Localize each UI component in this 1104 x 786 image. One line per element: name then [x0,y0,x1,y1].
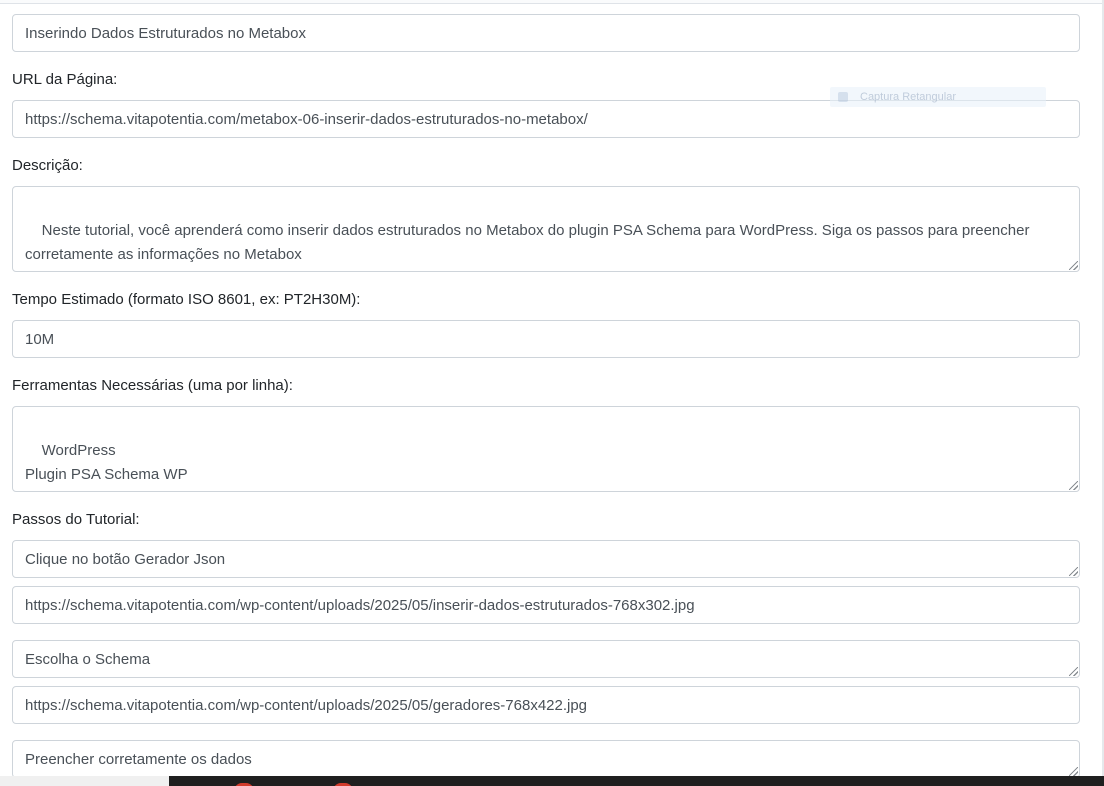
step-1-image-url: https://schema.vitapotentia.com/wp-conte… [25,596,695,614]
step-3-text: Preencher corretamente os dados [25,750,252,768]
url-input-value: https://schema.vitapotentia.com/metabox-… [25,110,588,128]
resize-handle-icon[interactable] [1069,567,1078,576]
step-1-text: Clique no botão Gerador Json [25,550,226,568]
title-input[interactable]: Inserindo Dados Estruturados no Metabox [12,14,1080,52]
tools-value: WordPress Plugin PSA Schema WP [25,442,188,483]
step-3-text-field[interactable]: Preencher corretamente os dados [12,740,1080,778]
taskbar [169,776,1104,786]
form-page: Inserindo Dados Estruturados no Metabox … [0,0,1104,786]
time-input-value: 10M [25,330,55,348]
step-2-text: Escolha o Schema [25,650,151,668]
resize-handle-icon[interactable] [1069,261,1078,270]
tools-textarea[interactable]: WordPress Plugin PSA Schema WP [12,406,1080,492]
step-2-image-url: https://schema.vitapotentia.com/wp-conte… [25,696,588,714]
time-label: Tempo Estimado (formato ISO 8601, ex: PT… [12,291,361,308]
resize-handle-icon[interactable] [1069,481,1078,490]
step-1-text-field[interactable]: Clique no botão Gerador Json [12,540,1080,578]
steps-label: Passos do Tutorial: [12,511,140,528]
resize-handle-icon[interactable] [1069,767,1078,776]
description-label: Descrição: [12,157,83,174]
description-value: Neste tutorial, você aprenderá como inse… [25,222,1034,263]
top-divider [0,0,1104,4]
tools-label: Ferramentas Necessárias (uma por linha): [12,377,293,394]
tooltip-text: Captura Retangular [860,91,957,103]
screenshot-tooltip: Captura Retangular [830,87,1046,107]
step-2-image-url-input[interactable]: https://schema.vitapotentia.com/wp-conte… [12,686,1080,724]
title-input-value: Inserindo Dados Estruturados no Metabox [25,24,306,42]
time-input[interactable]: 10M [12,320,1080,358]
step-2-text-field[interactable]: Escolha o Schema [12,640,1080,678]
description-textarea[interactable]: Neste tutorial, você aprenderá como inse… [12,186,1080,272]
url-label: URL da Página: [12,71,118,88]
resize-handle-icon[interactable] [1069,667,1078,676]
step-1-image-url-input[interactable]: https://schema.vitapotentia.com/wp-conte… [12,586,1080,624]
capture-icon [838,92,848,102]
